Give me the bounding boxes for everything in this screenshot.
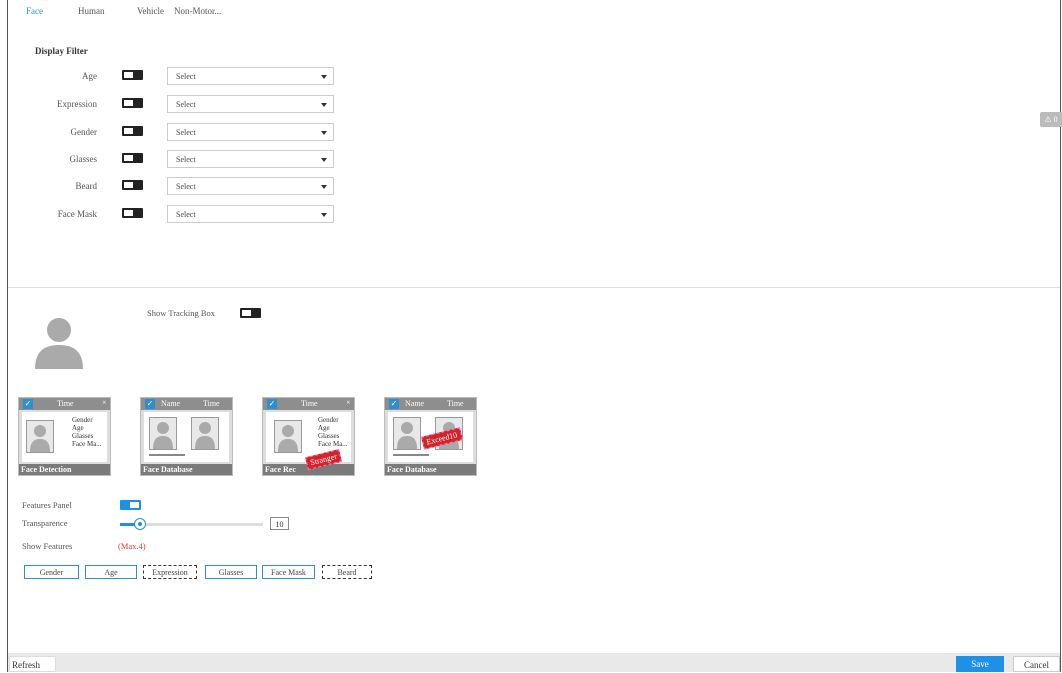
person-icon — [393, 417, 421, 450]
thumbnail-face-database-exceed[interactable]: ✓ Name Time Face Database Exceed10 — [384, 397, 477, 476]
features-panel-toggle[interactable] — [120, 500, 141, 510]
filter-label: Gender — [70, 127, 98, 137]
thumbnail-footer: Face Database — [385, 464, 476, 475]
filter-row-glasses: Glasses — [0, 150, 98, 170]
cancel-button[interactable]: Cancel — [1013, 656, 1060, 672]
filter-label: Face Mask — [57, 209, 97, 219]
thumbnail-face-database[interactable]: ✓ Name Time Face Database — [140, 397, 233, 476]
person-icon — [149, 417, 177, 450]
thumbnail-header: ✓ Time × — [19, 398, 110, 410]
person-icon — [274, 420, 302, 453]
filter-row-expression: Expression — [0, 95, 97, 115]
feature-chip-expression[interactable]: Expression — [143, 565, 197, 579]
feature-chip-age[interactable]: Age — [85, 565, 137, 579]
feature-chip-glasses[interactable]: Glasses — [205, 565, 257, 579]
transparence-slider[interactable] — [120, 518, 263, 530]
expression-select[interactable]: Select — [167, 95, 334, 113]
chevron-down-icon — [321, 185, 327, 189]
chevron-down-icon — [321, 131, 327, 135]
feature-chip-beard[interactable]: Beard — [322, 565, 372, 579]
gender-select[interactable]: Select — [167, 123, 334, 141]
close-icon[interactable]: × — [102, 398, 107, 407]
target-tabs: Face Human Vehicle Non-Motor... — [26, 6, 221, 16]
chevron-down-icon — [321, 158, 327, 162]
tab-face[interactable]: Face — [26, 6, 78, 16]
feature-chip-gender[interactable]: Gender — [24, 565, 79, 579]
gender-toggle[interactable] — [122, 126, 143, 136]
feature-lines: Gender Age Glasses Face Ma... — [72, 416, 102, 448]
face-mask-toggle[interactable] — [122, 208, 143, 218]
refresh-button[interactable]: Refresh — [9, 656, 56, 672]
features-panel-label: Features Panel — [22, 500, 72, 510]
filter-row-gender: Gender — [0, 123, 98, 143]
check-icon: ✓ — [389, 399, 399, 409]
thumbnail-header: ✓ Name Time — [141, 398, 232, 410]
alert-badge[interactable]: ⚠ 0 — [1040, 112, 1062, 127]
save-button[interactable]: Save — [956, 656, 1004, 672]
thumbnail-header: ✓ Time × — [263, 398, 354, 410]
thumbnail-face-recognition[interactable]: ✓ Time × Gender Age Glasses Face Ma... Face… — [262, 397, 355, 476]
filter-label: Beard — [75, 181, 98, 191]
thumbnail-footer: Face Detection — [19, 464, 110, 475]
person-icon — [191, 417, 219, 450]
beard-select[interactable]: Select — [167, 177, 334, 195]
check-icon: ✓ — [145, 399, 155, 409]
thumbnail-header: ✓ Name Time — [385, 398, 476, 410]
tab-non-motor[interactable]: Non-Motor... — [174, 6, 221, 16]
chevron-down-icon — [321, 75, 327, 79]
face-mask-select[interactable]: Select — [167, 205, 334, 223]
expression-toggle[interactable] — [122, 98, 143, 108]
glasses-select[interactable]: Select — [167, 150, 334, 168]
bottom-toolbar — [8, 653, 1060, 672]
filter-row-face-mask: Face Mask — [0, 205, 97, 225]
display-filter-title: Display Filter — [35, 46, 88, 56]
check-icon: ✓ — [267, 399, 277, 409]
chevron-down-icon — [321, 103, 327, 107]
filter-label: Age — [82, 71, 97, 81]
filter-label: Expression — [57, 99, 97, 109]
transparence-label: Transparence — [22, 518, 68, 528]
thumbnail-footer: Face Database — [141, 464, 232, 475]
filter-label: Glasses — [69, 154, 98, 164]
max-hint: (Max.4) — [118, 541, 146, 551]
age-toggle[interactable] — [122, 70, 143, 80]
thumbnail-face-detection[interactable]: ✓ Time × Gender Age Glasses Face Ma... Face… — [18, 397, 111, 476]
tab-vehicle[interactable]: Vehicle — [137, 6, 174, 16]
check-icon: ✓ — [23, 399, 33, 409]
tab-human[interactable]: Human — [78, 6, 137, 16]
avatar-placeholder-icon — [35, 318, 83, 369]
show-features-label: Show Features — [22, 541, 73, 551]
show-tracking-box-label: Show Tracking Box — [147, 308, 216, 318]
filter-row-age: Age — [0, 67, 97, 87]
chevron-down-icon — [321, 213, 327, 217]
close-icon[interactable]: × — [346, 398, 351, 407]
section-divider — [8, 287, 1060, 288]
slider-handle[interactable] — [134, 518, 146, 530]
glasses-toggle[interactable] — [122, 153, 143, 163]
beard-toggle[interactable] — [122, 180, 143, 190]
age-select[interactable]: Select — [167, 67, 334, 85]
feature-lines: Gender Age Glasses Face Ma... — [318, 416, 348, 448]
show-tracking-box-toggle[interactable] — [240, 308, 261, 318]
filter-row-beard: Beard — [0, 177, 98, 197]
person-icon — [26, 420, 54, 453]
transparence-value[interactable]: 10 — [270, 517, 289, 530]
feature-chip-face-mask[interactable]: Face Mask — [262, 565, 315, 579]
